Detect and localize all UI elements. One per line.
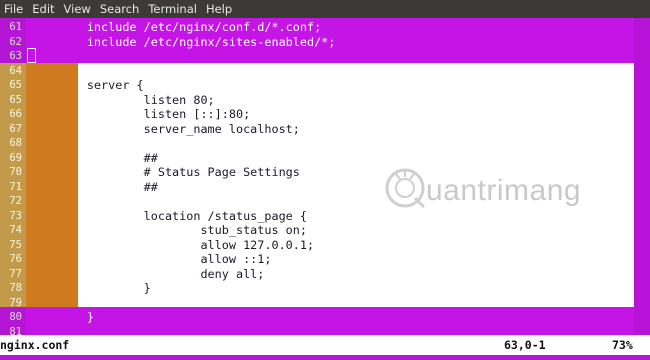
menu-terminal[interactable]: Terminal <box>144 2 202 16</box>
status-bar: nginx.conf 63,0-1 73% <box>0 335 650 360</box>
line-number: 61 <box>9 21 22 33</box>
code-line[interactable]: } <box>30 281 151 296</box>
line-number: 71 <box>9 180 22 193</box>
text-cursor <box>27 48 36 63</box>
menu-help[interactable]: Help <box>202 2 237 16</box>
line-number: 67 <box>9 122 22 135</box>
status-line: nginx.conf 63,0-1 73% <box>0 335 650 355</box>
menu-search[interactable]: Search <box>96 2 145 16</box>
line-number: 79 <box>9 296 22 309</box>
code-line[interactable]: ## <box>30 180 158 195</box>
editor-right-margin <box>634 18 650 335</box>
line-number: 72 <box>9 195 22 207</box>
menu-view[interactable]: View <box>60 2 96 16</box>
code-line[interactable]: listen [::]:80; <box>30 107 251 122</box>
status-scroll-percent: 73% <box>612 338 633 352</box>
code-line[interactable]: server { <box>30 78 144 93</box>
line-number: 66 <box>9 108 22 120</box>
code-line[interactable]: allow ::1; <box>30 252 271 267</box>
status-filename: nginx.conf <box>0 338 70 352</box>
line-number: 73 <box>9 209 22 222</box>
menu-edit[interactable]: Edit <box>28 2 59 16</box>
code-line[interactable]: } <box>30 310 94 325</box>
code-line[interactable]: deny all; <box>30 267 264 282</box>
line-number: 65 <box>9 93 22 106</box>
watermark-logo-icon <box>385 168 426 209</box>
watermark: uantrimang <box>382 165 612 215</box>
line-number: 69 <box>9 151 22 164</box>
line-number: 63 <box>9 50 22 62</box>
line-number: 62 <box>9 35 22 48</box>
line-number: 68 <box>9 137 22 149</box>
line-number: 64 <box>9 64 22 77</box>
line-number: 77 <box>9 267 22 280</box>
status-cursor-position: 63,0-1 <box>504 338 546 352</box>
line-number: 78 <box>9 282 22 294</box>
line-number: 65 <box>9 79 22 91</box>
code-line[interactable]: include /etc/nginx/conf.d/*.conf; <box>30 20 321 35</box>
line-number: 75 <box>9 238 22 251</box>
code-line[interactable]: # Status Page Settings <box>30 165 300 180</box>
code-line[interactable]: stub_status on; <box>30 223 307 238</box>
code-line[interactable]: ## <box>30 151 158 166</box>
line-number: 80 <box>9 311 22 323</box>
line-number: 74 <box>9 224 22 236</box>
watermark-text: uantrimang <box>426 174 582 207</box>
code-line[interactable]: listen 80; <box>30 93 215 108</box>
menu-file[interactable]: File <box>0 2 28 16</box>
line-number: 76 <box>9 253 22 265</box>
code-line[interactable]: include /etc/nginx/sites-enabled/*; <box>30 35 336 50</box>
code-line[interactable]: allow 127.0.0.1; <box>30 238 314 253</box>
menubar: File Edit View Search Terminal Help <box>0 0 650 18</box>
code-line[interactable]: server_name localhost; <box>30 122 300 137</box>
line-number: 70 <box>9 166 22 178</box>
code-line[interactable]: location /status_page { <box>30 209 307 224</box>
